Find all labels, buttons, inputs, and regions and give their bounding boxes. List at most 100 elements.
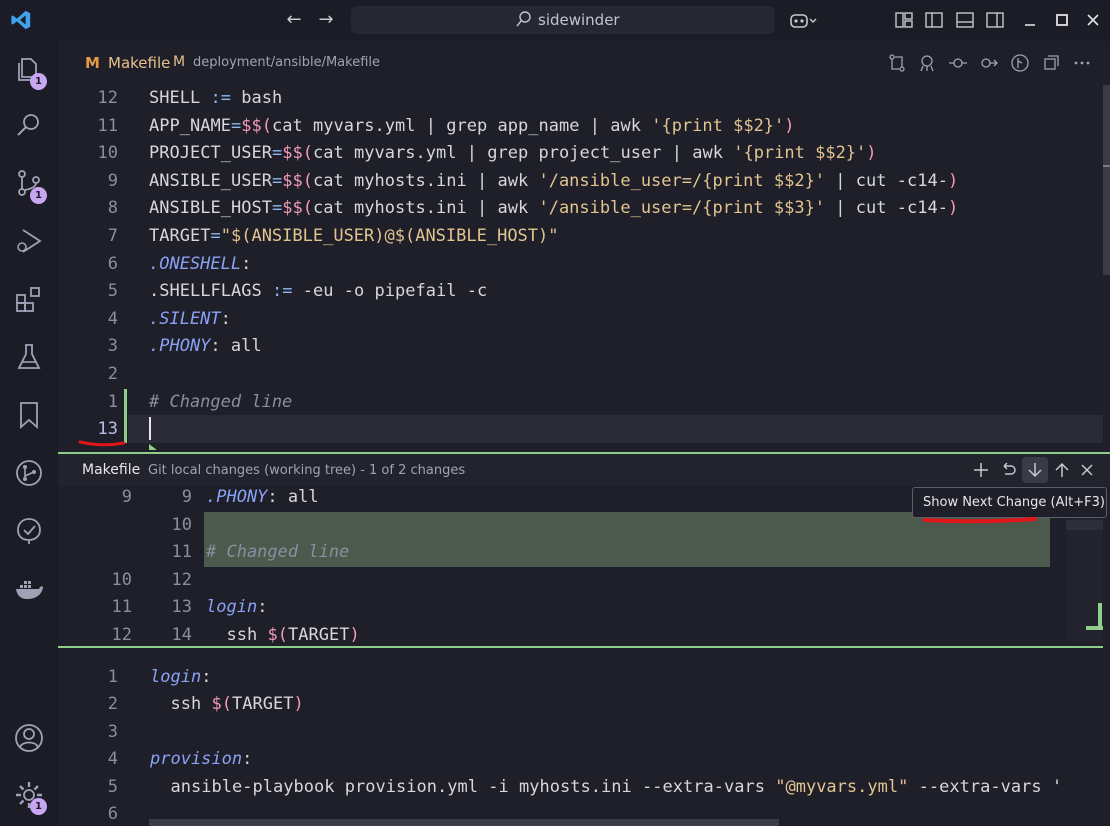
code-line[interactable]: ANSIBLE_USER=$$(cat myhosts.ini | awk '/… <box>149 168 958 194</box>
main-code-view[interactable]: 12 SHELL := bash 11 APP_NAME=$$(cat myvars.… <box>58 85 1103 445</box>
toggle-secondary-sidebar-icon[interactable] <box>985 10 1005 30</box>
toggle-primary-sidebar-icon[interactable] <box>924 10 944 30</box>
compare-icon[interactable] <box>1041 53 1061 73</box>
docker-icon[interactable] <box>13 573 45 605</box>
text-cursor <box>149 417 151 440</box>
code-line[interactable]: SHELL := bash <box>149 85 282 111</box>
line-number: 6 <box>107 804 118 824</box>
code-line[interactable]: .ONESHELL: <box>149 251 251 277</box>
line-number: 3 <box>107 721 118 742</box>
diff-code-line[interactable]: .PHONY: all <box>206 486 319 510</box>
horizontal-scrollbar-thumb[interactable] <box>149 819 779 826</box>
more-actions-icon[interactable] <box>1072 53 1092 73</box>
code-line[interactable]: provision: <box>150 746 252 772</box>
testing-flask-icon[interactable] <box>13 341 45 373</box>
line-number: 9 <box>107 170 118 191</box>
git-graph-icon[interactable] <box>13 457 45 489</box>
red-underline-annotation <box>78 440 126 447</box>
diff-scroll-thumb[interactable] <box>1066 520 1103 530</box>
diff-code-line[interactable]: login: <box>206 594 267 620</box>
code-line[interactable]: ANSIBLE_HOST=$$(cat myhosts.ini | awk '/… <box>149 195 958 221</box>
toggle-panel-icon[interactable] <box>955 10 975 30</box>
command-center-search[interactable]: sidewinder <box>351 6 775 34</box>
revert-change-icon[interactable] <box>998 460 1018 480</box>
line-number: 11 <box>97 115 118 136</box>
code-line[interactable]: ssh $(TARGET) <box>150 691 304 717</box>
copilot-icon[interactable] <box>789 11 817 29</box>
line-number: 7 <box>107 226 118 246</box>
back-arrow-icon[interactable]: ← <box>284 10 304 30</box>
run-debug-icon[interactable] <box>13 225 45 257</box>
code-line[interactable]: PROJECT_USER=$$(cat myvars.yml | grep pr… <box>149 140 877 166</box>
code-line[interactable]: APP_NAME=$$(cat myvars.yml | grep app_na… <box>149 113 795 139</box>
line-number: 1 <box>107 391 118 412</box>
line-number: 6 <box>107 253 118 274</box>
file-path: deployment/ansible/Makefile <box>193 55 381 70</box>
diff-new-line-number: 14 <box>171 625 192 645</box>
open-changes-icon[interactable] <box>887 53 907 73</box>
diff-old-line-number: 11 <box>111 597 132 618</box>
diff-new-line-number: 9 <box>181 487 192 507</box>
tab-filename[interactable]: Makefile <box>108 54 170 72</box>
go-forward-commit-icon[interactable] <box>978 53 998 73</box>
code-line[interactable]: login: <box>150 664 211 690</box>
red-underline-tooltip-annotation <box>923 517 1037 524</box>
line-number: 8 <box>107 198 118 219</box>
code-line[interactable]: ansible-playbook provision.yml -i myhost… <box>150 774 1063 800</box>
next-change-button[interactable] <box>1022 457 1048 483</box>
timeline-icon[interactable] <box>917 53 937 73</box>
gutter-added-marker <box>124 389 127 443</box>
lower-code-view[interactable]: 1 login: 2 ssh $(TARGET) 3 4 provision: 5 ansi… <box>58 650 1103 826</box>
source-control-badge: 1 <box>30 187 47 204</box>
git-commit-icon[interactable] <box>948 53 968 73</box>
line-number: 4 <box>107 749 118 770</box>
modified-indicator: M <box>173 54 186 70</box>
code-line[interactable]: .PHONY: all <box>149 333 262 359</box>
git-lens-icon[interactable] <box>1010 53 1030 73</box>
diff-change-marker-2 <box>1098 603 1102 629</box>
accounts-icon[interactable] <box>13 722 45 754</box>
minimize-icon[interactable] <box>1020 10 1040 30</box>
bookmarks-icon[interactable] <box>13 399 45 431</box>
current-line-highlight <box>128 415 1103 443</box>
diff-old-line-number <box>58 539 132 565</box>
maximize-icon[interactable] <box>1052 10 1072 30</box>
line-number: 10 <box>97 143 118 164</box>
search-icon[interactable] <box>13 109 45 141</box>
search-text: sidewinder <box>538 11 620 29</box>
remote-check-icon[interactable] <box>13 515 45 547</box>
editor-tab-bar: M Makefile M deployment/ansible/Makefile <box>58 41 1110 85</box>
activity-bar: 1 1 1 <box>0 41 58 826</box>
diff-code-line[interactable]: ssh $(TARGET) <box>206 622 360 646</box>
search-icon <box>516 11 531 27</box>
code-line[interactable]: .SILENT: <box>149 306 231 332</box>
diff-old-line-number: 10 <box>111 569 132 590</box>
diff-new-line-number: 10 <box>171 514 192 535</box>
tooltip: Show Next Change (Alt+F3) <box>912 487 1107 518</box>
diff-new-line-number: 13 <box>171 597 192 618</box>
settings-badge: 1 <box>30 798 47 815</box>
close-window-icon[interactable] <box>1083 10 1103 30</box>
diff-code-view[interactable]: 9 9 .PHONY: all 10 11 # Changed line 10 12 11 13 l… <box>58 486 1058 646</box>
diff-old-line-number: 9 <box>121 487 132 507</box>
line-number: 2 <box>107 694 118 715</box>
code-line[interactable]: # Changed line <box>149 389 292 415</box>
line-number: 5 <box>107 776 118 797</box>
customize-layout-icon[interactable] <box>894 10 914 30</box>
makefile-file-icon: M <box>85 54 100 72</box>
previous-change-arrow-up-icon[interactable] <box>1052 460 1072 480</box>
code-line[interactable]: TARGET="$(ANSIBLE_USER)@$(ANSIBLE_HOST)" <box>149 223 559 249</box>
forward-arrow-icon[interactable]: → <box>316 10 336 30</box>
stage-change-plus-icon[interactable] <box>971 460 991 480</box>
line-number: 12 <box>97 88 118 108</box>
line-number: 5 <box>107 281 118 302</box>
peek-filename: Makefile <box>82 462 141 478</box>
code-line[interactable]: .SHELLFLAGS := -eu -o pipefail -c <box>149 278 487 304</box>
vscode-logo-icon <box>11 10 31 30</box>
editor-scrollbar-thumb[interactable] <box>1103 85 1110 275</box>
diff-code-line[interactable]: # Changed line <box>206 539 349 565</box>
close-peek-icon[interactable] <box>1077 460 1097 480</box>
peek-header: Makefile Git local changes (working tree… <box>58 454 1110 486</box>
extensions-icon[interactable] <box>13 283 45 315</box>
explorer-badge: 1 <box>30 73 47 90</box>
